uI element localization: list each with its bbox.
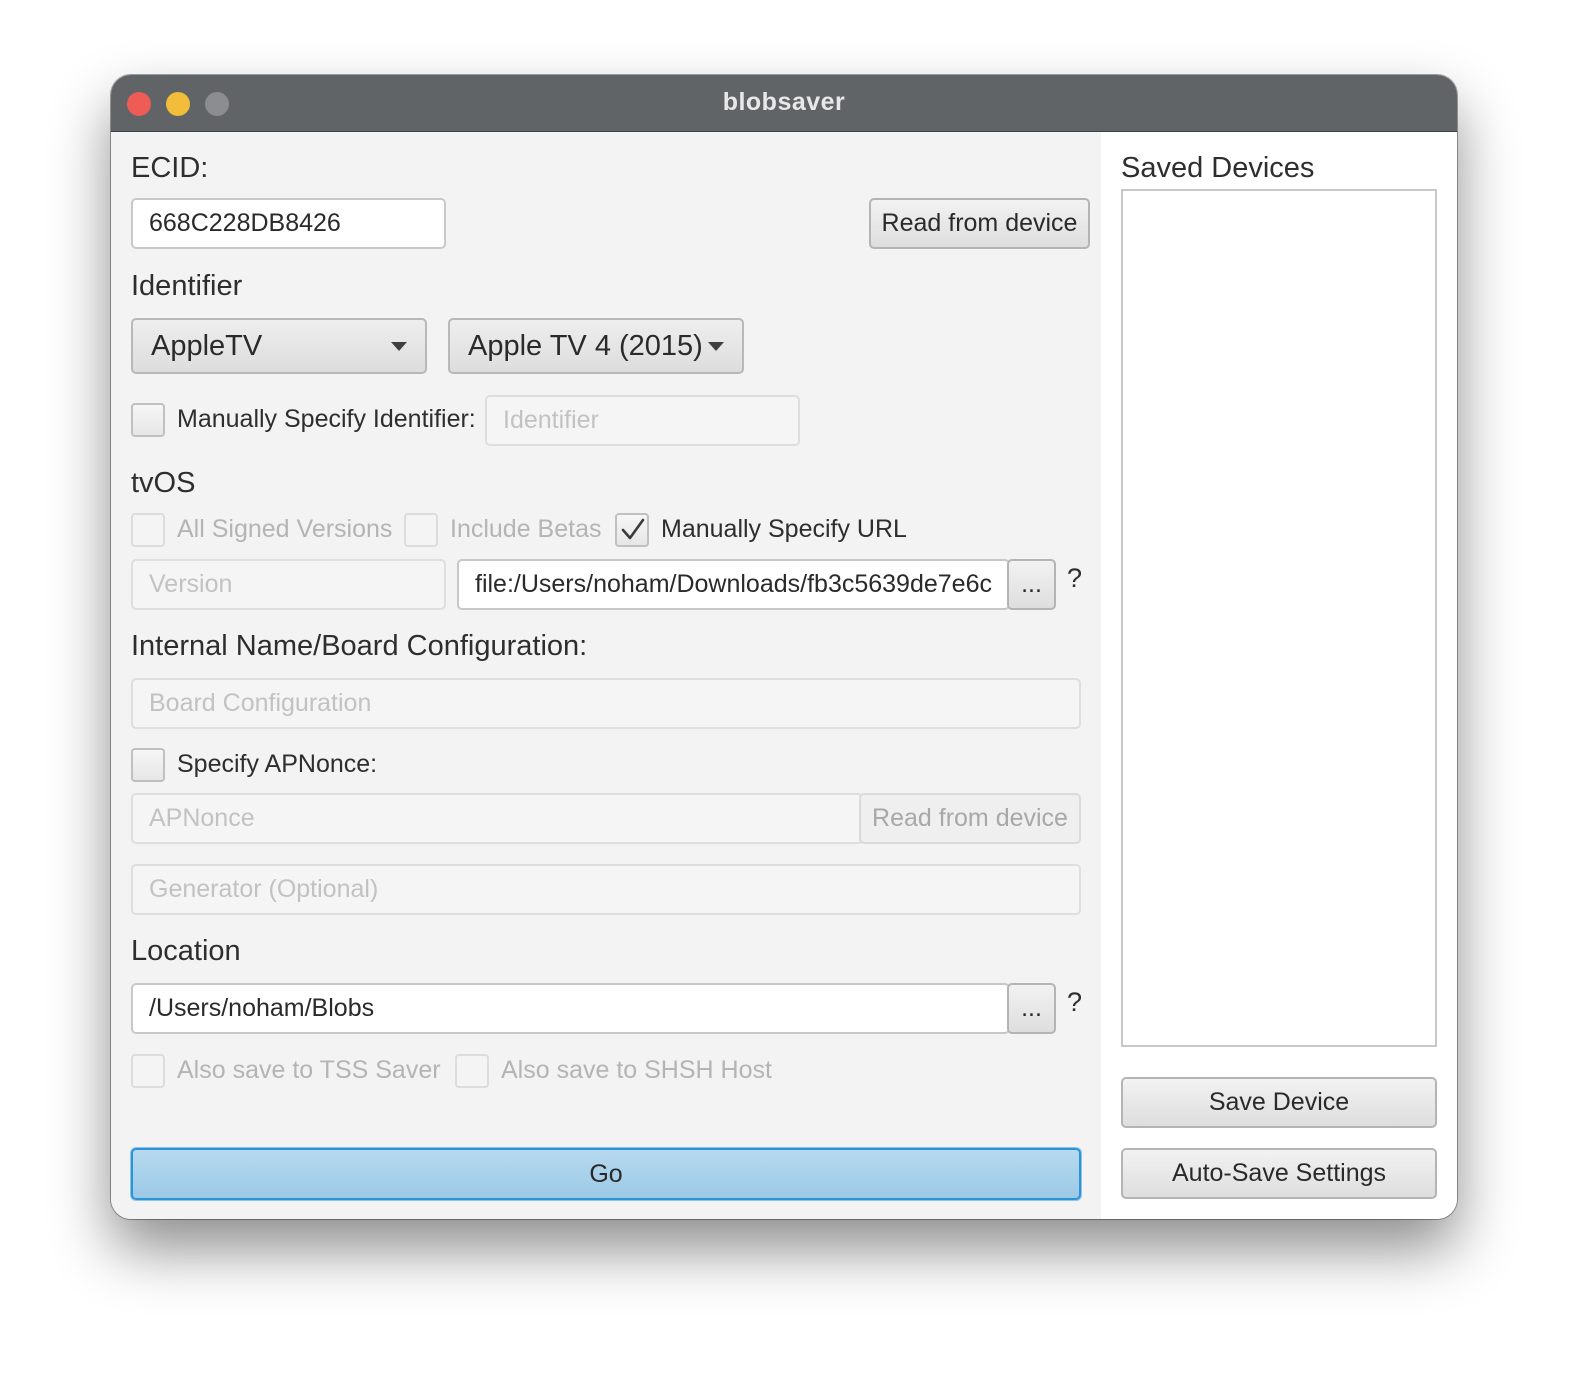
board-config-label: Internal Name/Board Configuration:	[131, 630, 588, 662]
generator-input[interactable]: Generator (Optional)	[131, 864, 1081, 915]
all-signed-versions-label: All Signed Versions	[177, 515, 393, 543]
checkmark-icon	[621, 518, 645, 540]
identifier-label: Identifier	[131, 270, 243, 302]
ecid-input[interactable]: 668C228DB8426	[131, 198, 446, 249]
device-type-dropdown[interactable]: AppleTV	[131, 318, 427, 374]
main-panel: ECID: 668C228DB8426 Read from device Ide…	[111, 132, 1101, 1219]
include-betas-label: Include Betas	[450, 515, 602, 543]
identifier-input[interactable]: Identifier	[485, 395, 800, 446]
ecid-read-from-device-button[interactable]: Read from device	[869, 198, 1090, 249]
chevron-down-icon	[708, 342, 724, 351]
apnonce-read-from-device-button[interactable]: Read from device	[859, 793, 1081, 844]
apnonce-checkbox[interactable]	[131, 748, 165, 782]
url-browse-button[interactable]: ...	[1007, 559, 1056, 610]
os-label: tvOS	[131, 467, 196, 499]
auto-save-settings-button[interactable]: Auto-Save Settings	[1121, 1148, 1437, 1199]
go-button[interactable]: Go	[131, 1148, 1081, 1200]
ecid-label: ECID:	[131, 152, 209, 184]
apnonce-input[interactable]: APNonce	[131, 793, 863, 844]
saved-devices-list[interactable]	[1121, 189, 1437, 1047]
version-input[interactable]: Version	[131, 559, 446, 610]
all-signed-versions-checkbox[interactable]	[131, 513, 165, 547]
ipsw-url-input[interactable]: file:/Users/noham/Downloads/fb3c5639de7e…	[457, 559, 1010, 610]
device-model-dropdown[interactable]: Apple TV 4 (2015)	[448, 318, 744, 374]
shsh-host-checkbox[interactable]	[455, 1054, 489, 1088]
location-help-icon[interactable]: ?	[1067, 987, 1082, 1018]
window-title: blobsaver	[722, 88, 846, 116]
tss-saver-label: Also save to TSS Saver	[177, 1056, 441, 1084]
include-betas-checkbox[interactable]	[404, 513, 438, 547]
chevron-down-icon	[391, 342, 407, 351]
save-device-button[interactable]: Save Device	[1121, 1077, 1437, 1128]
title-bar: blobsaver	[111, 75, 1457, 132]
location-input[interactable]: /Users/noham/Blobs	[131, 983, 1010, 1034]
app-window: blobsaver ECID: 668C228DB8426 Read from …	[111, 75, 1457, 1219]
manual-identifier-checkbox[interactable]	[131, 403, 165, 437]
device-type-value: AppleTV	[151, 329, 263, 362]
tss-saver-checkbox[interactable]	[131, 1054, 165, 1088]
apnonce-label: Specify APNonce:	[177, 750, 378, 778]
manual-url-label: Manually Specify URL	[661, 515, 907, 543]
location-label: Location	[131, 935, 241, 967]
manual-url-checkbox[interactable]	[615, 513, 649, 547]
shsh-host-label: Also save to SHSH Host	[501, 1056, 772, 1084]
saved-devices-title: Saved Devices	[1121, 152, 1315, 184]
url-help-icon[interactable]: ?	[1067, 563, 1082, 594]
location-browse-button[interactable]: ...	[1007, 983, 1056, 1034]
saved-devices-sidebar: Saved Devices Save Device Auto-Save Sett…	[1101, 132, 1457, 1219]
manual-identifier-label: Manually Specify Identifier:	[177, 405, 476, 433]
device-model-value: Apple TV 4 (2015)	[468, 329, 703, 362]
board-config-input[interactable]: Board Configuration	[131, 678, 1081, 729]
